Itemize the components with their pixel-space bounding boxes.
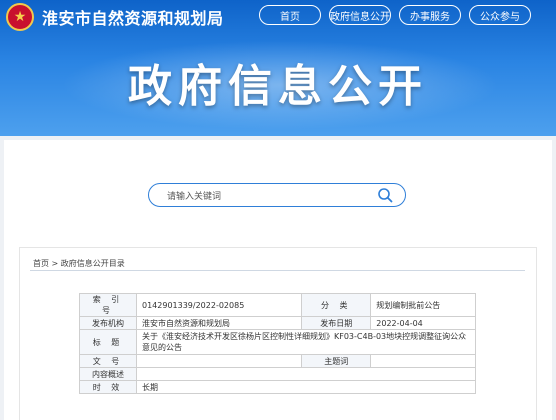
- index-label: 索 引 号: [79, 293, 137, 317]
- table-row: 时 效 长期: [79, 380, 476, 394]
- date-label: 发布日期: [301, 316, 372, 330]
- table-row: 标 题 关于《淮安经济技术开发区徐杨片区控制性详细规划》KF03-C4B-03地…: [79, 329, 476, 355]
- summary-value: [136, 367, 476, 381]
- site-title[interactable]: 淮安市自然资源和规划局: [42, 5, 224, 29]
- docno-label: 文 号: [79, 354, 137, 368]
- nav-gov-info[interactable]: 政府信息公开: [329, 5, 391, 25]
- validity-value: 长期: [136, 380, 476, 394]
- search-input[interactable]: 请输入关键词: [167, 189, 221, 202]
- nav-services[interactable]: 办事服务: [399, 5, 461, 25]
- nav-home[interactable]: 首页: [259, 5, 321, 25]
- info-table: 索 引 号 0142901339/2022-02085 分 类 规划编制批前公告…: [79, 293, 476, 394]
- summary-label: 内容概述: [79, 367, 137, 381]
- keywords-value: [370, 354, 476, 368]
- nav-participation[interactable]: 公众参与: [469, 5, 531, 25]
- category-label: 分 类: [301, 293, 372, 317]
- national-emblem-icon: ★: [6, 3, 34, 31]
- date-value: 2022-04-04: [370, 316, 476, 330]
- table-row: 内容概述: [79, 367, 476, 381]
- hero-title: 政府信息公开: [128, 61, 428, 112]
- keywords-label: 主题词: [301, 354, 372, 368]
- header-banner: ★ 淮安市自然资源和规划局 首页 政府信息公开 办事服务 公众参与 政府信息公开: [0, 0, 556, 136]
- search-box[interactable]: 请输入关键词: [148, 183, 406, 207]
- docno-value: [135, 354, 303, 368]
- title-label: 标 题: [79, 329, 137, 355]
- title-value: 关于《淮安经济技术开发区徐杨片区控制性详细规划》KF03-C4B-03地块控规调…: [136, 329, 476, 355]
- breadcrumb-divider: [30, 270, 525, 271]
- table-row: 文 号 主题词: [79, 354, 476, 368]
- breadcrumb[interactable]: 首页 > 政府信息公开目录: [33, 258, 125, 269]
- org-value: 淮安市自然资源和规划局: [135, 316, 303, 330]
- table-row: 索 引 号 0142901339/2022-02085 分 类 规划编制批前公告: [79, 293, 476, 317]
- search-icon[interactable]: [377, 187, 393, 203]
- validity-label: 时 效: [79, 380, 137, 394]
- index-value: 0142901339/2022-02085: [135, 293, 303, 317]
- category-value: 规划编制批前公告: [370, 293, 476, 317]
- org-label: 发布机构: [79, 316, 137, 330]
- table-row: 发布机构 淮安市自然资源和规划局 发布日期 2022-04-04: [79, 316, 476, 330]
